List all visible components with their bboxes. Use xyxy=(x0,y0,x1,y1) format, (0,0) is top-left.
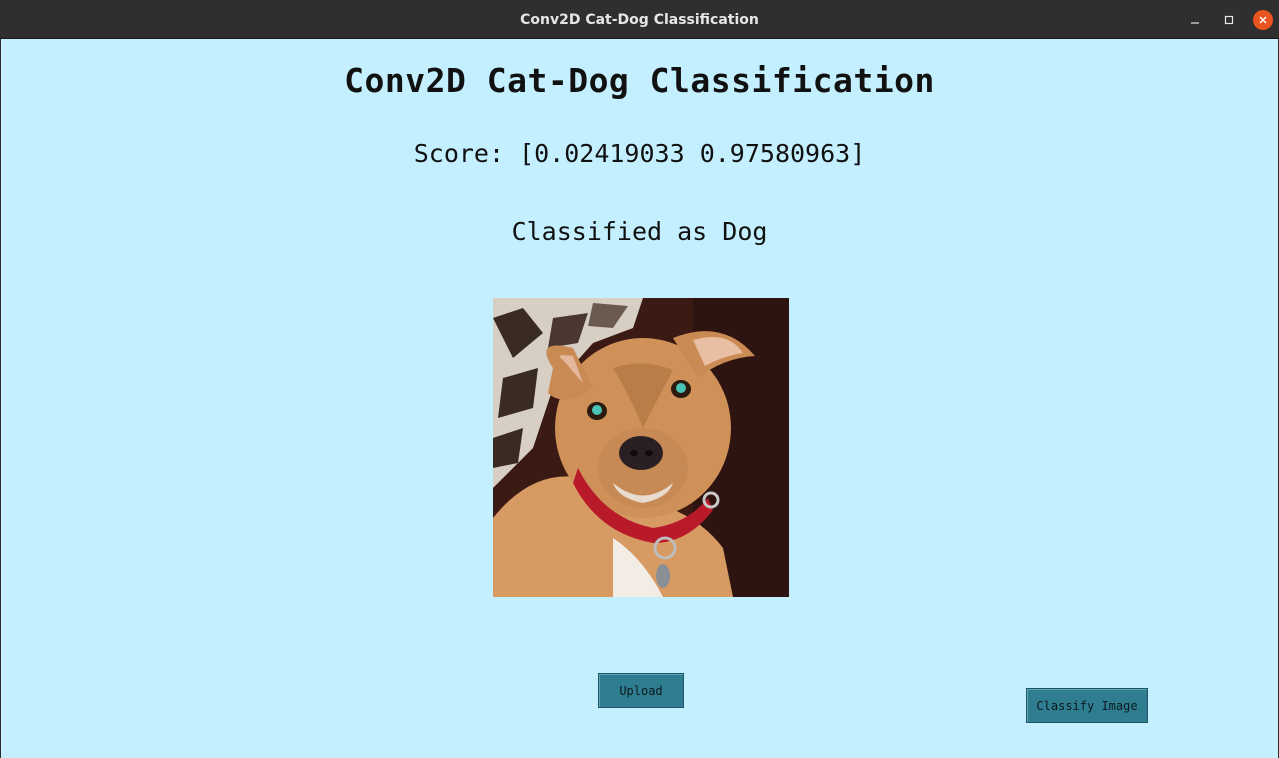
minimize-icon[interactable] xyxy=(1185,10,1205,30)
dog-photo-icon xyxy=(493,298,789,597)
window-title: Conv2D Cat-Dog Classification xyxy=(520,12,759,28)
close-icon[interactable] xyxy=(1253,10,1273,30)
maximize-icon[interactable] xyxy=(1219,10,1239,30)
title-bar[interactable]: Conv2D Cat-Dog Classification xyxy=(0,0,1279,39)
classify-image-button[interactable]: Classify Image xyxy=(1026,688,1148,723)
dog-photo xyxy=(493,298,789,597)
classification-result: Classified as Dog xyxy=(511,217,768,246)
upload-button[interactable]: Upload xyxy=(598,673,684,708)
main-panel: Conv2D Cat-Dog Classification Score: [0.… xyxy=(1,39,1278,758)
page-title: Conv2D Cat-Dog Classification xyxy=(344,61,935,100)
app-window: Conv2D Cat-Dog Classification Conv2D Cat… xyxy=(0,0,1279,758)
score-label: Score: [0.02419033 0.97580963] xyxy=(413,139,866,168)
